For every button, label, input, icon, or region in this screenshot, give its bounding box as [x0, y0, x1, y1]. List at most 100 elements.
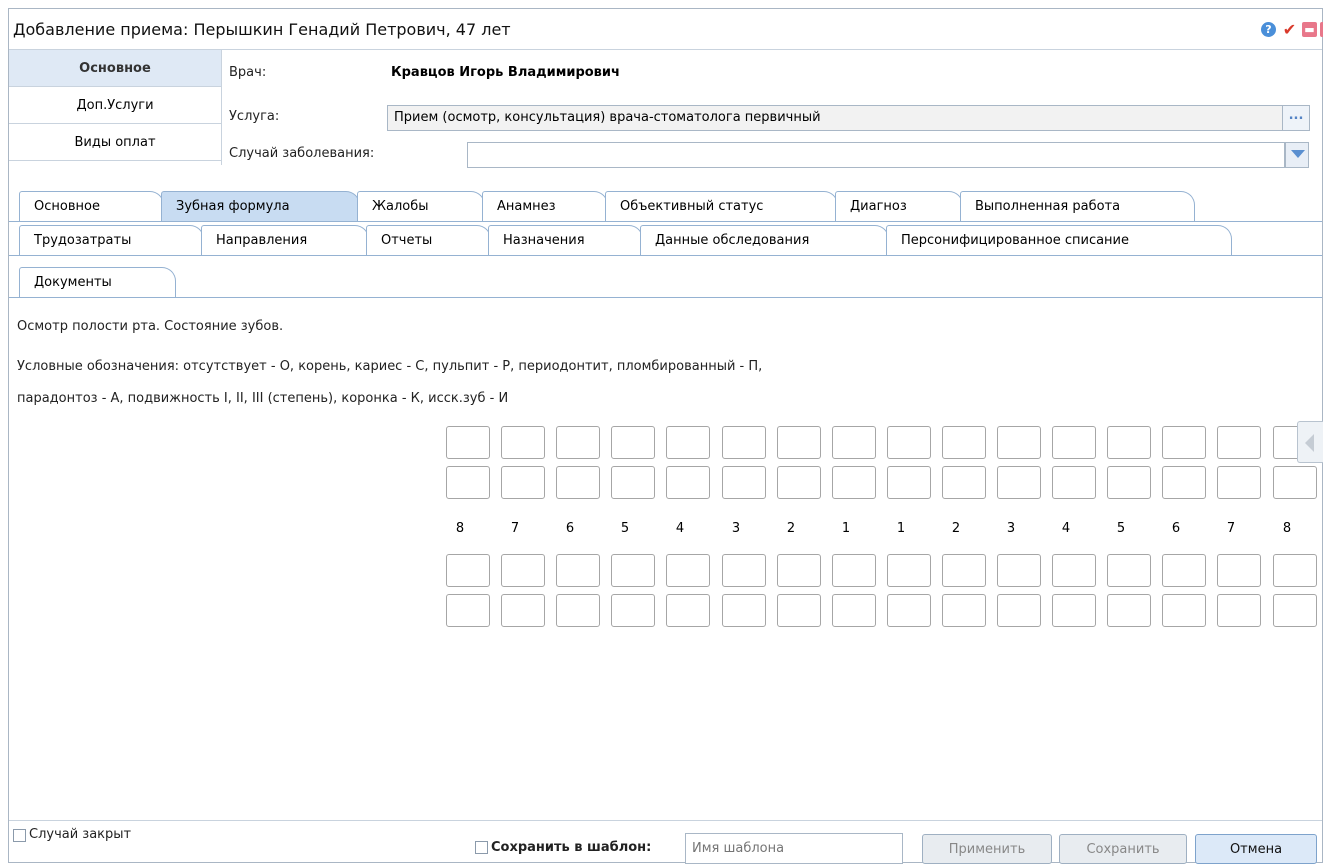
- tooth-input[interactable]: [722, 466, 766, 499]
- tab-objective-status[interactable]: Объективный статус: [605, 191, 838, 221]
- tooth-input[interactable]: [1107, 594, 1151, 627]
- tooth-input[interactable]: [942, 554, 986, 587]
- tooth-input[interactable]: [942, 466, 986, 499]
- tooth-number: 8: [1282, 521, 1292, 536]
- tooth-input[interactable]: [832, 594, 876, 627]
- tooth-input[interactable]: [1162, 426, 1206, 459]
- tooth-input[interactable]: [887, 426, 931, 459]
- tooth-input[interactable]: [611, 594, 655, 627]
- tooth-input[interactable]: [997, 554, 1041, 587]
- tooth-input[interactable]: [446, 594, 490, 627]
- tab-diagnosis[interactable]: Диагноз: [835, 191, 963, 221]
- tooth-input[interactable]: [722, 594, 766, 627]
- side-tab-extra-services[interactable]: Доп.Услуги: [9, 87, 221, 124]
- apply-button[interactable]: Применить: [922, 834, 1052, 864]
- tooth-input[interactable]: [1273, 594, 1317, 627]
- tooth-input[interactable]: [1107, 426, 1151, 459]
- tooth-input[interactable]: [666, 554, 710, 587]
- tooth-input[interactable]: [501, 426, 545, 459]
- tooth-input[interactable]: [1162, 554, 1206, 587]
- tooth-input[interactable]: [997, 594, 1041, 627]
- tab-documents[interactable]: Документы: [19, 267, 176, 297]
- tooth-input[interactable]: [942, 594, 986, 627]
- service-field[interactable]: Прием (осмотр, консультация) врача-стома…: [387, 105, 1283, 131]
- tooth-input[interactable]: [611, 554, 655, 587]
- side-tab-main[interactable]: Основное: [9, 50, 221, 87]
- tooth-input[interactable]: [1052, 554, 1096, 587]
- tooth-input[interactable]: [1273, 466, 1317, 499]
- template-name-input[interactable]: [685, 833, 903, 864]
- tooth-input[interactable]: [1162, 466, 1206, 499]
- tab-work-done[interactable]: Выполненная работа: [960, 191, 1195, 221]
- case-closed-checkbox[interactable]: [13, 829, 26, 842]
- tooth-input[interactable]: [611, 426, 655, 459]
- service-select-button[interactable]: ...: [1282, 105, 1310, 131]
- case-field[interactable]: [467, 142, 1285, 168]
- tooth-input[interactable]: [556, 594, 600, 627]
- tab-personalized-writeoff[interactable]: Персонифицированное списание: [886, 225, 1232, 255]
- minimize-icon[interactable]: ▬: [1302, 22, 1317, 37]
- tooth-input[interactable]: [1273, 554, 1317, 587]
- tooth-input[interactable]: [1107, 554, 1151, 587]
- check-icon[interactable]: ✔: [1282, 22, 1297, 38]
- tooth-input[interactable]: [777, 554, 821, 587]
- collapse-panel-button[interactable]: [1297, 421, 1323, 463]
- tooth-input[interactable]: [832, 554, 876, 587]
- case-dropdown-button[interactable]: [1285, 142, 1309, 168]
- tab-main[interactable]: Основное: [19, 191, 164, 221]
- tooth-number: 2: [951, 521, 961, 536]
- tooth-input[interactable]: [722, 554, 766, 587]
- tooth-input[interactable]: [722, 426, 766, 459]
- tooth-input[interactable]: [666, 426, 710, 459]
- help-icon[interactable]: ?: [1261, 22, 1276, 37]
- tooth-input[interactable]: [446, 426, 490, 459]
- tooth-input[interactable]: [942, 426, 986, 459]
- tooth-input[interactable]: [997, 426, 1041, 459]
- tab-referrals[interactable]: Направления: [201, 225, 369, 255]
- tooth-input[interactable]: [556, 554, 600, 587]
- tab-labor-costs[interactable]: Трудозатраты: [19, 225, 204, 255]
- tooth-input[interactable]: [887, 594, 931, 627]
- tab-reports[interactable]: Отчеты: [366, 225, 491, 255]
- tooth-input[interactable]: [1217, 594, 1261, 627]
- tab-dental-formula[interactable]: Зубная формула: [161, 191, 360, 221]
- tooth-number: 6: [1171, 521, 1181, 536]
- tooth-input[interactable]: [666, 594, 710, 627]
- tooth-input[interactable]: [1052, 594, 1096, 627]
- tooth-input[interactable]: [556, 466, 600, 499]
- tooth-input[interactable]: [501, 594, 545, 627]
- tooth-input[interactable]: [1052, 426, 1096, 459]
- tab-examination-data[interactable]: Данные обследования: [640, 225, 889, 255]
- tooth-input[interactable]: [1107, 466, 1151, 499]
- tooth-input[interactable]: [887, 466, 931, 499]
- save-button[interactable]: Сохранить: [1059, 834, 1187, 864]
- tooth-input[interactable]: [832, 466, 876, 499]
- tooth-input[interactable]: [887, 554, 931, 587]
- cancel-button[interactable]: Отмена: [1195, 834, 1317, 864]
- tooth-input[interactable]: [777, 594, 821, 627]
- tooth-input[interactable]: [1052, 466, 1096, 499]
- tooth-input[interactable]: [1162, 594, 1206, 627]
- tab-row-divider: [9, 221, 1322, 222]
- tooth-input[interactable]: [1217, 426, 1261, 459]
- side-tab-payment-types[interactable]: Виды оплат: [9, 124, 221, 161]
- save-template-checkbox[interactable]: [475, 841, 488, 854]
- tooth-input[interactable]: [777, 426, 821, 459]
- tooth-input[interactable]: [501, 466, 545, 499]
- tooth-number: 1: [841, 521, 851, 536]
- tooth-input[interactable]: [611, 466, 655, 499]
- tooth-input[interactable]: [666, 466, 710, 499]
- tooth-input[interactable]: [1217, 466, 1261, 499]
- tooth-input[interactable]: [832, 426, 876, 459]
- tooth-input[interactable]: [446, 466, 490, 499]
- tooth-input[interactable]: [997, 466, 1041, 499]
- tab-complaints[interactable]: Жалобы: [357, 191, 485, 221]
- tab-anamnesis[interactable]: Анамнез: [482, 191, 608, 221]
- tooth-input[interactable]: [777, 466, 821, 499]
- tooth-input[interactable]: [1217, 554, 1261, 587]
- tooth-input[interactable]: [556, 426, 600, 459]
- tooth-input[interactable]: [446, 554, 490, 587]
- tab-prescriptions[interactable]: Назначения: [488, 225, 643, 255]
- tooth-input[interactable]: [501, 554, 545, 587]
- legend-line-1: Условные обозначения: отсутствует - О, к…: [17, 359, 763, 374]
